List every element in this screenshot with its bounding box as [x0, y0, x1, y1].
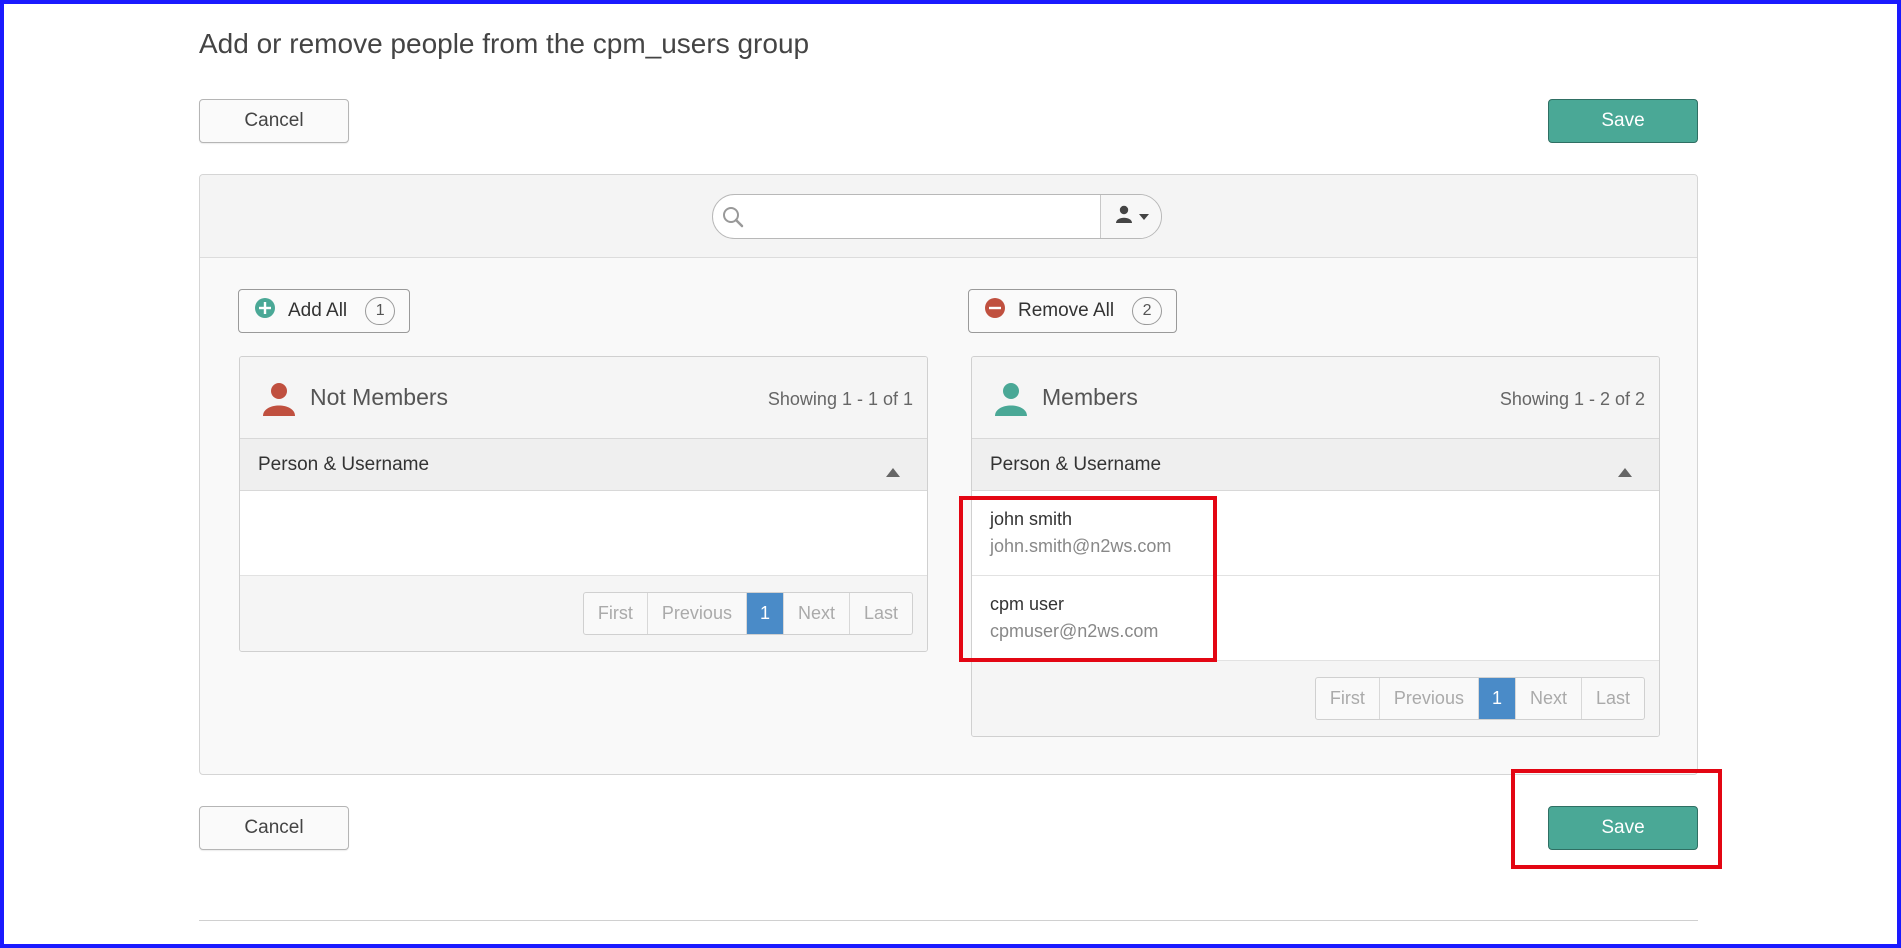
member-name: cpm user — [990, 594, 1065, 614]
not-members-title: Not Members — [310, 384, 449, 410]
remove-all-button[interactable]: Remove All 2 — [968, 289, 1178, 333]
pager-last[interactable]: Last — [850, 593, 912, 634]
empty-row — [240, 491, 927, 576]
footer-divider — [199, 920, 1698, 921]
search-input[interactable] — [753, 195, 1101, 238]
cancel-button-top[interactable]: Cancel — [199, 99, 349, 143]
not-members-column-label: Person & Username — [258, 454, 430, 475]
person-filter-dropdown[interactable] — [1101, 195, 1161, 238]
members-footer: First Previous 1 Next Last — [972, 661, 1659, 736]
not-members-showing: Showing 1 - 1 of 1 — [767, 389, 913, 409]
plus-circle-icon — [254, 297, 276, 325]
members-title: Members — [1042, 384, 1138, 410]
members-list: Members Showing 1 - 2 of 2 Person & User… — [971, 356, 1660, 737]
not-members-list: Not Members Showing 1 - 1 of 1 Person & … — [239, 356, 928, 652]
members-column-label: Person & Username — [990, 454, 1162, 475]
membership-panel: Add All 1 Remove All 2 Not Members Showi… — [199, 174, 1698, 775]
pager-previous[interactable]: Previous — [648, 593, 747, 634]
caret-up-icon — [886, 461, 900, 483]
add-all-button[interactable]: Add All 1 — [238, 289, 411, 333]
not-members-sort-header[interactable]: Person & Username — [240, 439, 927, 491]
member-name: john smith — [990, 509, 1073, 529]
not-members-pager: First Previous 1 Next Last — [582, 592, 913, 635]
search-bar — [712, 194, 1162, 239]
members-header: Members Showing 1 - 2 of 2 — [972, 357, 1659, 439]
members-sort-header[interactable]: Person & Username — [972, 439, 1659, 491]
save-button-top[interactable]: Save — [1548, 99, 1698, 143]
member-email: cpmuser@n2ws.com — [990, 621, 1159, 641]
member-row[interactable]: cpm user cpmuser@n2ws.com — [972, 576, 1659, 661]
pager-page-current[interactable]: 1 — [1478, 678, 1516, 719]
add-all-count-badge: 1 — [365, 297, 396, 325]
member-user-icon — [994, 381, 1028, 422]
save-button-bottom[interactable]: Save — [1548, 806, 1698, 850]
chevron-down-icon — [1138, 208, 1149, 226]
remove-all-count-badge: 2 — [1132, 297, 1163, 325]
pager-next[interactable]: Next — [784, 593, 850, 634]
not-member-user-icon — [262, 381, 296, 422]
not-members-footer: First Previous 1 Next Last — [240, 576, 927, 651]
members-pager: First Previous 1 Next Last — [1314, 677, 1645, 720]
page-title: Add or remove people from the cpm_users … — [199, 28, 810, 59]
members-rows: john smith john.smith@n2ws.com cpm user … — [972, 491, 1659, 661]
caret-up-icon — [1618, 461, 1632, 483]
pager-last[interactable]: Last — [1582, 678, 1644, 719]
minus-circle-icon — [984, 297, 1006, 325]
not-members-header: Not Members Showing 1 - 1 of 1 — [240, 357, 927, 439]
members-showing: Showing 1 - 2 of 2 — [1499, 389, 1645, 409]
search-icon — [713, 205, 753, 229]
pager-first[interactable]: First — [584, 593, 648, 634]
member-row[interactable]: john smith john.smith@n2ws.com — [972, 491, 1659, 576]
cancel-button-bottom[interactable]: Cancel — [199, 806, 349, 850]
pager-page-current[interactable]: 1 — [746, 593, 784, 634]
person-icon — [1114, 204, 1134, 229]
member-email: john.smith@n2ws.com — [990, 536, 1172, 556]
not-members-rows — [240, 491, 927, 576]
remove-all-label: Remove All — [1018, 300, 1115, 321]
pager-next[interactable]: Next — [1516, 678, 1582, 719]
add-all-label: Add All — [288, 300, 348, 321]
panel-header — [200, 175, 1697, 258]
pager-previous[interactable]: Previous — [1380, 678, 1479, 719]
pager-first[interactable]: First — [1316, 678, 1380, 719]
